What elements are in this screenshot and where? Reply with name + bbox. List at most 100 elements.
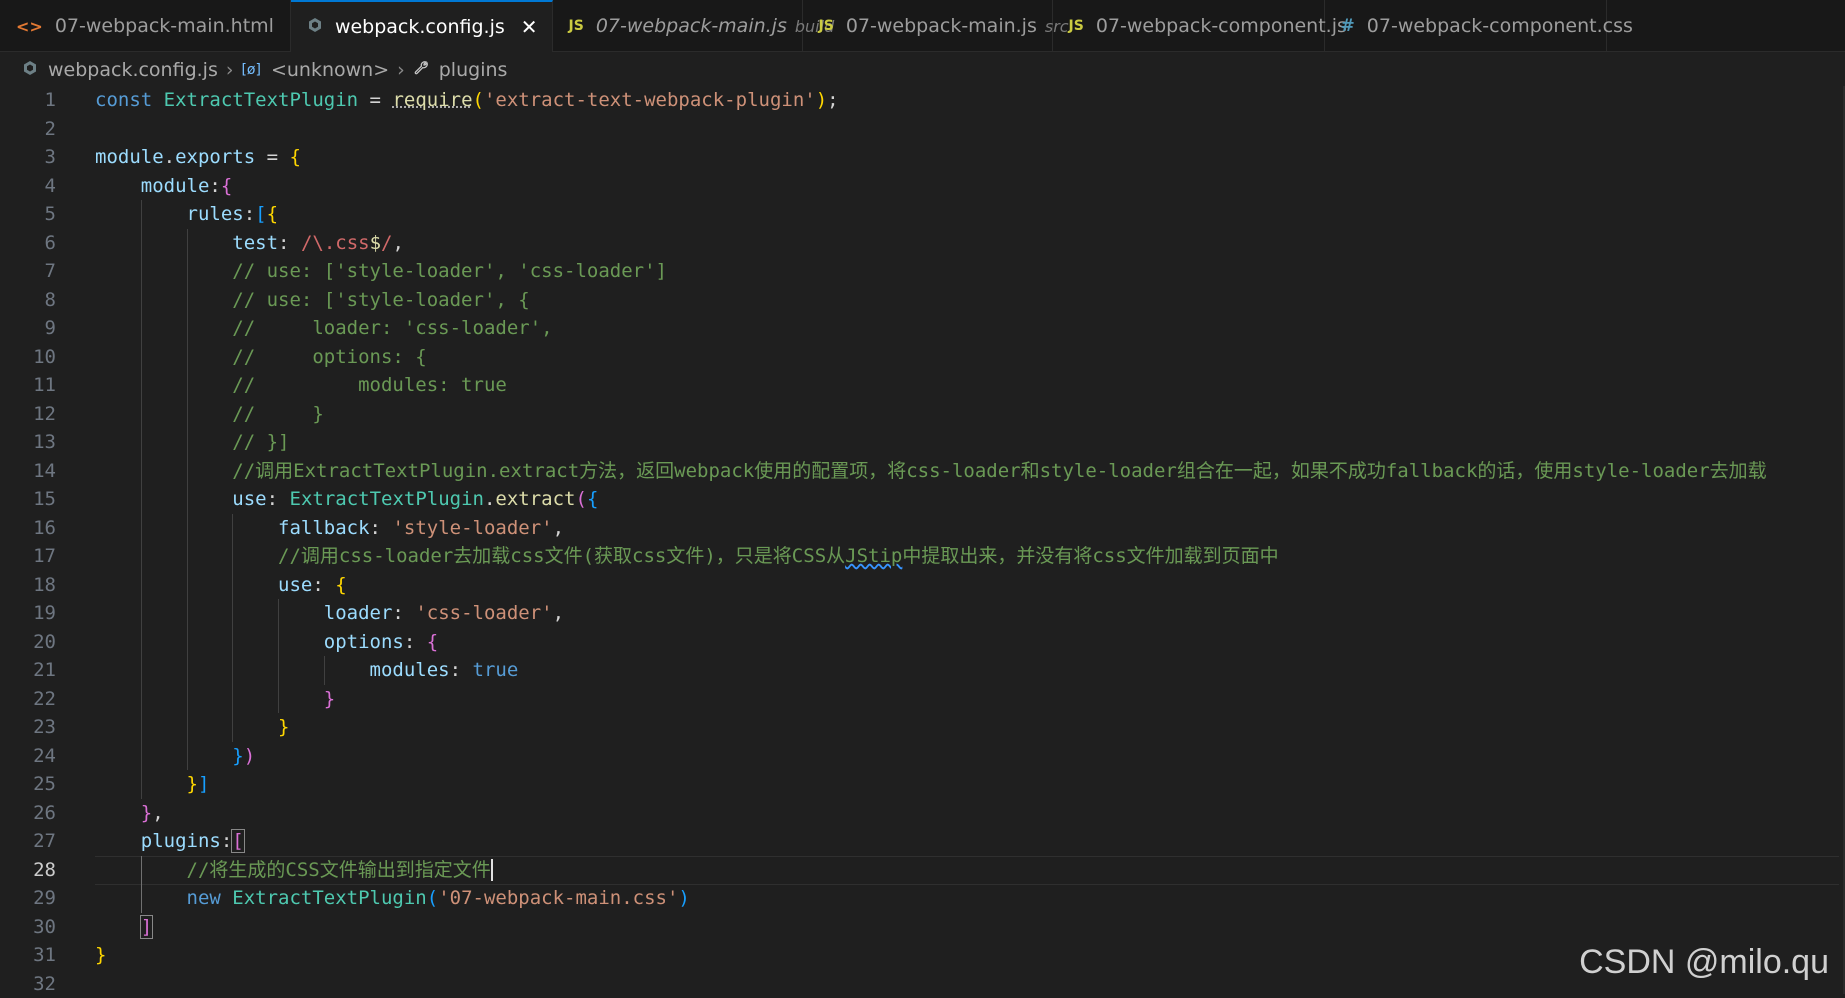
code-line[interactable]: 13 // }] xyxy=(0,428,1845,457)
code-line[interactable]: 17 //调用css-loader去加载css文件(获取css文件)，只是将CS… xyxy=(0,542,1845,571)
code-line[interactable]: 16 fallback: 'style-loader', xyxy=(0,514,1845,543)
code-token: // loader: 'css-loader', xyxy=(232,317,552,339)
code-token: 'style-loader' xyxy=(392,517,552,539)
code-token: } xyxy=(232,745,243,767)
code-line[interactable]: 14 //调用ExtractTextPlugin.extract方法，返回web… xyxy=(0,457,1845,486)
code-token: modules xyxy=(370,659,450,681)
tab-label: 07-webpack-main.js xyxy=(846,15,1037,37)
code-text: rules:[{ xyxy=(95,200,278,229)
code-token: // } xyxy=(232,403,324,425)
code-line[interactable]: 7 // use: ['style-loader', 'css-loader'] xyxy=(0,257,1845,286)
code-line[interactable]: 27 plugins:[ xyxy=(0,827,1845,856)
code-token: //调用ExtractTextPlugin.extract方法，返回webpac… xyxy=(232,460,1766,482)
code-token: : xyxy=(278,232,301,254)
code-line[interactable]: 30 ] xyxy=(0,913,1845,942)
code-token xyxy=(95,203,187,225)
code-line[interactable]: 10 // options: { xyxy=(0,343,1845,372)
code-line[interactable]: 26 }, xyxy=(0,799,1845,828)
code-token: : xyxy=(370,517,393,539)
code-token: { xyxy=(335,574,346,596)
code-line[interactable]: 24 }) xyxy=(0,742,1845,771)
code-line[interactable]: 18 use: { xyxy=(0,571,1845,600)
code-line[interactable]: 22 } xyxy=(0,685,1845,714)
tab-07-webpack-component-js[interactable]: JS 07-webpack-component.js xyxy=(1053,0,1325,52)
code-line[interactable]: 2 xyxy=(0,115,1845,144)
code-text: // use: ['style-loader', { xyxy=(95,286,530,315)
code-text: use: { xyxy=(95,571,347,600)
tab-07-webpack-main-js-src[interactable]: JS 07-webpack-main.js src xyxy=(803,0,1053,52)
html-file-icon: <> xyxy=(16,17,43,36)
code-token: ( xyxy=(427,887,438,909)
code-line[interactable]: 6 test: /\.css$/, xyxy=(0,229,1845,258)
line-number: 7 xyxy=(0,257,56,286)
code-line[interactable]: 31} xyxy=(0,941,1845,970)
code-line[interactable]: 5 rules:[{ xyxy=(0,200,1845,229)
code-token: 'extract-text-webpack-plugin' xyxy=(484,89,816,111)
line-number: 3 xyxy=(0,143,56,172)
code-line[interactable]: 12 // } xyxy=(0,400,1845,429)
code-line[interactable]: 3module.exports = { xyxy=(0,143,1845,172)
code-text: // } xyxy=(95,400,324,429)
code-line[interactable]: 23 } xyxy=(0,713,1845,742)
code-token xyxy=(95,545,278,567)
code-token xyxy=(95,659,370,681)
code-token: : xyxy=(450,659,473,681)
code-line[interactable]: 19 loader: 'css-loader', xyxy=(0,599,1845,628)
code-token: } xyxy=(278,716,289,738)
close-icon[interactable]: ✕ xyxy=(521,15,538,39)
config-file-icon xyxy=(22,60,38,80)
code-token: /\.css xyxy=(301,232,370,254)
code-token: . xyxy=(484,488,495,510)
code-token xyxy=(95,745,232,767)
code-line[interactable]: 9 // loader: 'css-loader', xyxy=(0,314,1845,343)
code-token xyxy=(95,232,232,254)
code-token: [ xyxy=(232,830,243,852)
code-token: use xyxy=(232,488,266,510)
breadcrumb-symbol[interactable]: <unknown> xyxy=(271,59,389,81)
code-text: test: /\.css$/, xyxy=(95,229,404,258)
code-line[interactable]: 21 modules: true xyxy=(0,656,1845,685)
tab-07-webpack-component-css[interactable]: # 07-webpack-component.css xyxy=(1325,0,1607,52)
code-token: ExtractTextPlugin xyxy=(290,488,484,510)
breadcrumb: webpack.config.js › [ø] <unknown> › plug… xyxy=(0,52,1845,88)
code-line[interactable]: 25 }] xyxy=(0,770,1845,799)
breadcrumb-property[interactable]: plugins xyxy=(439,59,508,81)
code-token: : xyxy=(209,175,220,197)
code-token: ) xyxy=(816,89,827,111)
line-number: 22 xyxy=(0,685,56,714)
code-line[interactable]: 4 module:{ xyxy=(0,172,1845,201)
code-text: //将生成的CSS文件输出到指定文件 xyxy=(95,856,493,885)
code-text: ] xyxy=(95,913,152,942)
code-token: ) xyxy=(244,745,255,767)
tab-07-webpack-main-html[interactable]: <> 07-webpack-main.html xyxy=(0,0,291,52)
code-token: { xyxy=(267,203,278,225)
code-line[interactable]: 29 new ExtractTextPlugin('07-webpack-mai… xyxy=(0,884,1845,913)
code-line[interactable]: 11 // modules: true xyxy=(0,371,1845,400)
code-line[interactable]: 15 use: ExtractTextPlugin.extract({ xyxy=(0,485,1845,514)
line-number: 29 xyxy=(0,884,56,913)
chevron-right-icon: › xyxy=(397,59,405,81)
breadcrumb-file[interactable]: webpack.config.js xyxy=(48,59,218,81)
code-editor[interactable]: 1const ExtractTextPlugin = require('extr… xyxy=(0,86,1845,994)
code-text: const ExtractTextPlugin = require('extra… xyxy=(95,86,839,115)
tab-webpack-config-js[interactable]: webpack.config.js ✕ xyxy=(291,0,553,52)
code-token: plugins xyxy=(141,830,221,852)
tab-07-webpack-main-js-build[interactable]: JS 07-webpack-main.js build xyxy=(553,0,803,52)
code-token: : xyxy=(244,203,255,225)
code-text: // loader: 'css-loader', xyxy=(95,314,553,343)
code-token: . xyxy=(164,146,175,168)
line-number: 9 xyxy=(0,314,56,343)
text-cursor xyxy=(491,859,493,881)
code-token: : xyxy=(267,488,290,510)
code-line[interactable]: 28 //将生成的CSS文件输出到指定文件 xyxy=(0,856,1845,885)
tab-label: 07-webpack-main.js xyxy=(596,15,787,37)
code-token: , xyxy=(152,802,163,824)
code-line[interactable]: 8 // use: ['style-loader', { xyxy=(0,286,1845,315)
code-token: { xyxy=(221,175,232,197)
code-token: } xyxy=(324,688,335,710)
code-token xyxy=(95,317,232,339)
wrench-icon xyxy=(413,60,429,80)
code-line[interactable]: 20 options: { xyxy=(0,628,1845,657)
tab-label: 07-webpack-main.html xyxy=(55,15,274,37)
code-line[interactable]: 1const ExtractTextPlugin = require('extr… xyxy=(0,86,1845,115)
